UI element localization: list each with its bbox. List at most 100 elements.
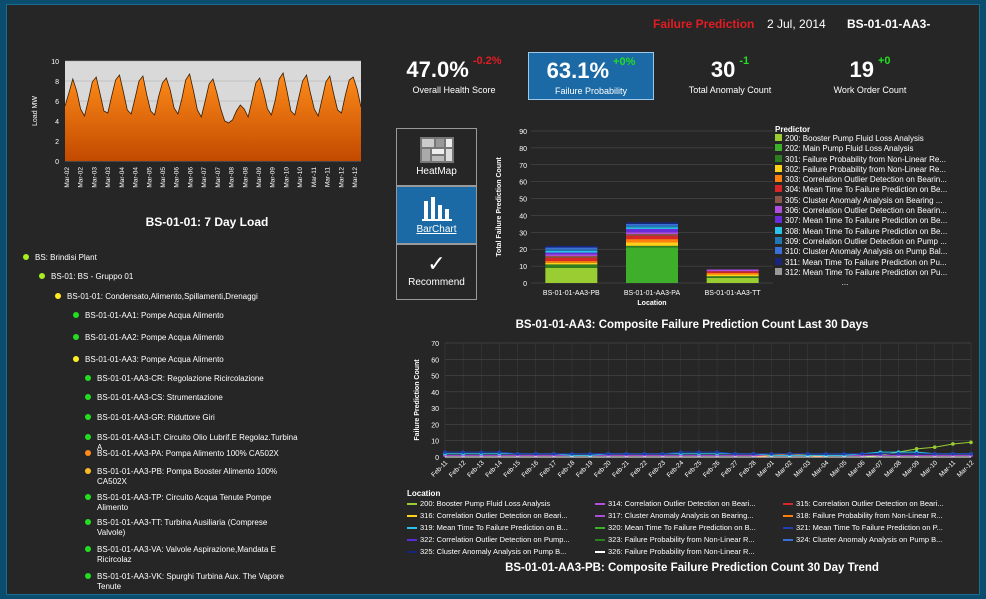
tree-node[interactable]: BS: Brindisi Plant: [35, 253, 285, 263]
tree-node[interactable]: BS-01-01-AA3-PA: Pompa Alimento 100% CA5…: [97, 449, 347, 459]
barchart-label: BarChart: [416, 224, 457, 235]
x-tick-label: Mar-09: [270, 167, 277, 188]
legend-item[interactable]: 316: Correlation Outlier Detection on Be…: [407, 511, 595, 521]
legend-item[interactable]: 314: Correlation Outlier Detection on Be…: [595, 499, 783, 509]
legend-item[interactable]: 302: Failure Probability from Non-Linear…: [775, 164, 975, 175]
legend-item[interactable]: 202: Main Pump Fluid Loss Analysis: [775, 144, 975, 154]
y-tick-label: 60: [519, 180, 527, 187]
tree-node[interactable]: BS-01-01-AA3-VK: Spurghi Turbina Aux. Th…: [97, 572, 347, 592]
legend-item[interactable]: 307: Mean Time To Failure Prediction on …: [775, 216, 975, 226]
status-dot: [73, 334, 79, 340]
legend-item[interactable]: 326: Failure Probability from Non-Linear…: [595, 547, 783, 557]
legend-swatch: [407, 539, 417, 542]
x-tick-label: Mar-08: [883, 459, 903, 479]
tree-node[interactable]: BS-01-01: Condensato,Alimento,Spillament…: [67, 292, 317, 302]
kpi-health-score[interactable]: 47.0% -0.2% Overall Health Score: [389, 55, 519, 95]
legend-item[interactable]: 305: Cluster Anomaly Analysis on Bearing…: [775, 195, 975, 206]
legend-item[interactable]: 317: Cluster Anomaly Analysis on Bearing…: [595, 511, 783, 521]
legend-item[interactable]: 315: Correlation Outlier Detection on Be…: [783, 499, 971, 509]
recommend-button[interactable]: ✓ Recommend: [396, 244, 477, 300]
x-tick-label: Feb-20: [593, 459, 613, 479]
tree-node-label-cont: Tenute: [97, 582, 122, 591]
y-tick-label: 30: [431, 406, 439, 413]
y-tick-label: 0: [435, 455, 439, 462]
legend-swatch: [775, 236, 782, 244]
x-tick-label: Mar-05: [160, 167, 167, 188]
legend-swatch: [775, 206, 782, 214]
header-asset[interactable]: BS-01-01-AA3-: [847, 17, 930, 31]
tree-node[interactable]: BS-01-01-AA3-CR: Regolazione Ricircolazi…: [97, 374, 347, 384]
legend-item[interactable]: 304: Mean Time To Failure Prediction on …: [775, 185, 975, 195]
legend-more: ...: [841, 278, 849, 288]
x-tick-label: Mar-10: [297, 167, 304, 188]
barchart-icon: [421, 197, 452, 221]
series-point: [951, 451, 955, 456]
bar-segment: [626, 242, 678, 246]
barchart-button[interactable]: BarChart: [396, 186, 477, 244]
series-point: [660, 451, 665, 456]
legend-label: 301: Failure Probability from Non-Linear…: [785, 154, 946, 164]
legend-item[interactable]: 308: Mean Time To Failure Prediction on …: [775, 226, 975, 237]
kpi-work-order-count[interactable]: 19 +0 Work Order Count: [815, 55, 925, 95]
tree-node[interactable]: BS-01-01-AA3-TP: Circuito Acqua Tenute P…: [97, 493, 347, 513]
kpi-failure-probability[interactable]: 63.1% +0% Failure Probability: [528, 52, 654, 100]
x-tick-label: Feb-19: [575, 459, 595, 479]
legend-item[interactable]: 312: Mean Time To Failure Prediction on …: [775, 267, 975, 278]
legend-label: 304: Mean Time To Failure Prediction on …: [785, 185, 948, 195]
legend-item[interactable]: 324: Cluster Anomaly Analysis on Pump B.…: [783, 535, 971, 545]
legend-item[interactable]: 310: Cluster Anomaly Analysis on Pump Ba…: [775, 247, 975, 257]
bar-legend: Predictor 200: Booster Pump Fluid Loss An…: [775, 125, 975, 287]
tree-node[interactable]: BS-01-01-AA1: Pompe Acqua Alimento: [85, 311, 335, 321]
trend-chart: 010203040506070Feb-11Feb-12Feb-13Feb-14F…: [414, 341, 976, 479]
bar-chart-title: BS-01-01-AA3: Composite Failure Predicti…: [515, 319, 869, 331]
y-tick-label: 30: [519, 230, 527, 237]
series-point: [914, 451, 919, 456]
legend-item[interactable]: 306: Correlation Outlier Detection on Be…: [775, 206, 975, 216]
kpi-label: Total Anomaly Count: [688, 85, 772, 95]
legend-item[interactable]: 311: Mean Time To Failure Prediction on …: [775, 257, 975, 268]
legend-label: 317: Cluster Anomaly Analysis on Bearing…: [608, 511, 754, 520]
kpi-delta: -1: [739, 55, 750, 67]
legend-item[interactable]: 323: Failure Probability from Non-Linear…: [595, 535, 783, 545]
tree-node[interactable]: BS-01-01-AA3-VA: Valvole Aspirazione,Man…: [97, 545, 347, 565]
legend-item[interactable]: 320: Mean Time To Failure Prediction on …: [595, 523, 783, 533]
tree-node[interactable]: BS-01-01-AA3: Pompe Acqua Alimento: [85, 355, 335, 365]
tree-node[interactable]: BS-01: BS - Gruppo 01: [51, 272, 301, 282]
heatmap-button[interactable]: HeatMap: [396, 128, 477, 186]
tree-node[interactable]: BS-01-01-AA2: Pompe Acqua Alimento: [85, 333, 335, 343]
kpi-anomaly-count[interactable]: 30 -1 Total Anomaly Count: [675, 55, 785, 95]
legend-label: 320: Mean Time To Failure Prediction on …: [608, 523, 756, 532]
legend-label: 308: Mean Time To Failure Prediction on …: [785, 226, 948, 236]
legend-swatch: [775, 175, 782, 183]
x-tick-label: Mar-09: [256, 167, 263, 188]
y-tick-label: 8: [55, 79, 59, 86]
series-point: [842, 451, 846, 456]
legend-item[interactable]: 325: Cluster Anomaly Analysis on Pump B.…: [407, 547, 595, 557]
y-tick-label: 40: [519, 213, 527, 220]
legend-swatch: [775, 164, 782, 172]
legend-item[interactable]: 303: Correlation Outlier Detection on Be…: [775, 175, 975, 185]
legend-item[interactable]: 301: Failure Probability from Non-Linear…: [775, 154, 975, 165]
x-tick-label: BS-01-01-AA3-PA: [624, 290, 681, 297]
legend-label: 321: Mean Time To Failure Prediction on …: [796, 523, 943, 532]
legend-item[interactable]: 318: Failure Probability from Non-Linear…: [783, 511, 971, 521]
series-point: [497, 450, 502, 454]
legend-item[interactable]: 200: Booster Pump Fluid Loss Analysis: [407, 499, 595, 509]
tree-node[interactable]: BS-01-01-AA3-CS: Strumentazione: [97, 393, 347, 403]
legend-item[interactable]: 321: Mean Time To Failure Prediction on …: [783, 523, 971, 533]
tree-node-label: BS-01-01-AA1: Pompe Acqua Alimento: [85, 311, 224, 320]
series-point: [570, 451, 574, 456]
tree-node[interactable]: BS-01-01-AA3-TT: Turbina Ausiliaria (Com…: [97, 518, 347, 538]
tree-node[interactable]: BS-01-01-AA3-PB: Pompa Booster Alimento …: [97, 467, 347, 487]
legend-item[interactable]: 200: Booster Pump Fluid Loss Analysis: [775, 134, 975, 144]
legend-item[interactable]: 319: Mean Time To Failure Prediction on …: [407, 523, 595, 533]
legend-item[interactable]: 322: Correlation Outlier Detection on Pu…: [407, 535, 595, 545]
series-point: [878, 451, 883, 456]
bar-segment: [626, 223, 678, 226]
legend-swatch: [407, 527, 417, 530]
tree-node[interactable]: BS-01-01-AA3-GR: Riduttore Giri: [97, 413, 347, 423]
legend-label: 303: Correlation Outlier Detection on Be…: [785, 175, 947, 185]
tree-node-label: BS-01-01-AA3-LT: Circuito Olio Lubrif.E …: [97, 433, 298, 442]
legend-item[interactable]: 309: Correlation Outlier Detection on Pu…: [775, 236, 975, 247]
y-tick-label: 4: [55, 119, 59, 126]
